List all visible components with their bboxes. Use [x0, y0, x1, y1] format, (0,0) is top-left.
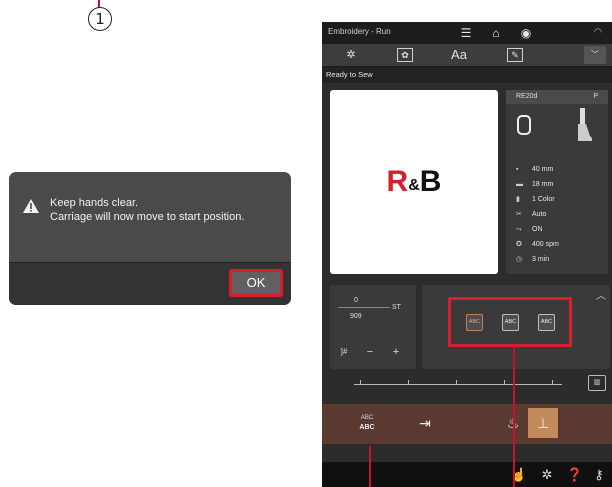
- slider-tick: [456, 380, 457, 385]
- jump-stitch-icon: ⤳: [516, 226, 522, 233]
- stitch-minus-button[interactable]: −: [360, 343, 380, 361]
- info-header: RE20d P: [506, 90, 608, 104]
- logo-amp: &: [408, 177, 420, 194]
- logo-b: B: [419, 165, 442, 198]
- start-center-button[interactable]: ABC: [502, 314, 519, 331]
- key-icon[interactable]: ⚷: [590, 466, 608, 484]
- info-jump: ⤳ ON: [516, 224, 606, 236]
- frame-move-icon[interactable]: ▥: [588, 375, 606, 391]
- info-height: ▬ 18 mm: [516, 179, 606, 191]
- design-preview[interactable]: R & B: [330, 90, 498, 274]
- stitch-total: 909: [350, 313, 362, 320]
- slider-tick: [408, 380, 409, 385]
- bottom-bar: ☝ ✲ ❓ ⚷: [322, 462, 612, 487]
- design-info-panel: RE20d P ▪ 40 mm ▬ 18 mm ▮ 1 Color ✂ Auto ⤳ ON…: [506, 90, 608, 274]
- ok-button[interactable]: OK: [229, 269, 283, 297]
- position-slider[interactable]: [330, 374, 586, 396]
- monochrome-toggle-button[interactable]: ABC ABC: [352, 408, 382, 438]
- tabs-collapse-button[interactable]: ﹀: [584, 46, 606, 64]
- abc-top-label: ABC: [360, 415, 374, 421]
- settings-icon[interactable]: ✲: [538, 466, 556, 484]
- thread-cut-icon: ✂: [516, 211, 522, 218]
- wifi-icon: ◠: [593, 27, 603, 38]
- slider-tick: [504, 380, 505, 385]
- top-bar: Embroidery - Run ☰ ⌂ ◉ ◠: [322, 22, 612, 44]
- slider-track: [354, 384, 562, 385]
- back-icon[interactable]: ◉: [518, 25, 534, 41]
- presser-foot-icon: [578, 108, 592, 141]
- design-icon: ✿: [397, 48, 413, 62]
- stitch-counter: 0 909 ST ]# − +: [330, 285, 416, 369]
- dialog-message: Keep hands clear. Carriage will now move…: [50, 197, 245, 223]
- tab-edit[interactable]: ✎: [494, 46, 536, 64]
- start-position-panel: ︿ ABC ABC ABC: [422, 285, 610, 369]
- stitch-current: 0: [354, 297, 358, 304]
- chevron-up-icon[interactable]: ︿: [596, 287, 606, 302]
- needle-down-icon[interactable]: ⊥: [528, 408, 558, 438]
- status-text: Ready to Sew: [322, 67, 612, 83]
- slider-tick: [360, 380, 361, 385]
- embroidery-settings-icon: ✲: [346, 49, 356, 61]
- edit-icon: ✎: [507, 48, 523, 62]
- warning-dialog: Keep hands clear. Carriage will now move…: [9, 172, 291, 305]
- info-speed: ✪ 400 spm: [516, 239, 606, 251]
- tab-text[interactable]: Aa: [438, 46, 480, 64]
- start-left-button[interactable]: ABC: [466, 314, 483, 331]
- dialog-footer: OK: [9, 262, 291, 305]
- height-icon: ▬: [516, 181, 523, 188]
- counter-divider: [338, 307, 390, 308]
- logo-r: R: [386, 165, 409, 198]
- stitch-jump-button[interactable]: ]#: [334, 343, 354, 361]
- clock-icon: ◷: [516, 256, 523, 263]
- mode-tabs: ✲ ✿ Aa ✎ ﹀: [322, 44, 612, 67]
- speed-icon: ✪: [516, 241, 522, 248]
- home-icon[interactable]: ⌂: [488, 25, 504, 41]
- tab-embroidery-settings[interactable]: ✲: [330, 46, 372, 64]
- annotation-pointer-monochrome: [369, 446, 371, 487]
- menu-icon[interactable]: ☰: [458, 25, 474, 41]
- info-colors: ▮ 1 Color: [516, 194, 606, 206]
- frame-out-icon[interactable]: ⇥: [410, 408, 440, 438]
- info-time: ◷ 3 min: [516, 254, 606, 266]
- info-thread-cut: ✂ Auto: [516, 209, 606, 221]
- stitch-plus-button[interactable]: +: [386, 343, 406, 361]
- help-icon[interactable]: ❓: [566, 466, 584, 484]
- abc-bottom-label: ABC: [359, 424, 375, 431]
- chevron-down-icon: ﹀: [591, 50, 599, 59]
- machine-screen: Embroidery - Run ☰ ⌂ ◉ ◠ ✲ ✿ Aa ✎ ﹀ Read…: [322, 22, 612, 487]
- design-logo: R & B: [330, 90, 498, 274]
- tab-design[interactable]: ✿: [384, 46, 426, 64]
- annotation-pointer-start-position: [513, 346, 515, 487]
- presser-mark: P: [593, 93, 598, 100]
- screen-title: Embroidery - Run: [328, 27, 391, 36]
- hoop-icon: [517, 115, 531, 135]
- start-right-button[interactable]: ABC: [538, 314, 555, 331]
- hoop-code: RE20d: [516, 93, 538, 100]
- warning-triangle-icon: [23, 199, 39, 213]
- slider-tick: [552, 380, 553, 385]
- info-width: ▪ 40 mm: [516, 164, 606, 176]
- embroidery-toolbar: ABC ABC ⇥ ♨ ⊥: [322, 404, 612, 444]
- spool-icon: ▮: [516, 196, 520, 203]
- annotation-number: 1: [88, 7, 112, 31]
- width-icon: ▪: [516, 166, 519, 173]
- stitch-unit: ST: [392, 304, 401, 311]
